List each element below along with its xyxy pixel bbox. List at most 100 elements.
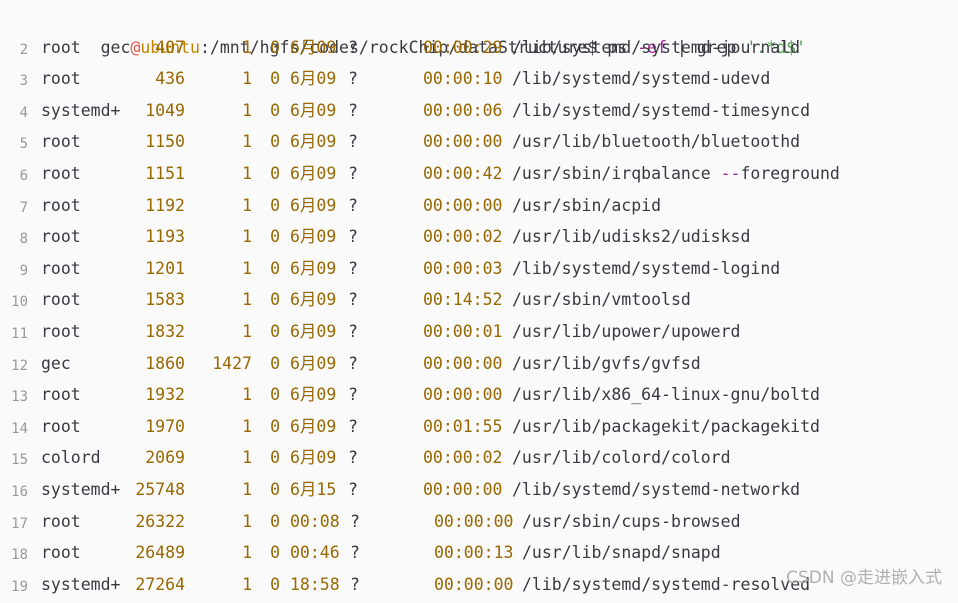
process-ppid: 1 [200,379,252,411]
process-command: /usr/lib/colord/colord [512,442,731,474]
process-pid: 1201 [130,253,185,285]
process-ppid: 1 [200,253,252,285]
process-pid: 1860 [130,348,185,380]
line-number: 19 [0,572,28,603]
process-tty: ? [348,442,358,474]
process-cpu-time: 00:00:00 [423,190,502,222]
process-user: root [41,284,81,316]
process-start-time: 6月09 [290,32,336,64]
process-command: /usr/sbin/acpid [512,190,661,222]
process-pid: 1150 [130,126,185,158]
process-tty: ? [348,95,358,127]
process-cpu: 0 [260,158,280,190]
process-cpu-time: 00:00:29 [423,32,502,64]
process-pid: 2069 [130,442,185,474]
process-user: colord [41,442,101,474]
process-cpu: 0 [260,474,280,506]
process-user: root [41,158,81,190]
process-start-time: 6月09 [290,284,336,316]
line-number: 18 [0,540,28,572]
line-number: 4 [0,98,28,130]
process-user: root [41,190,81,222]
line-number: 14 [0,414,28,446]
process-cpu-time: 00:00:00 [434,506,513,538]
process-user: systemd+ [41,95,120,127]
process-user: root [41,537,81,569]
process-row: 3root436106月09?00:00:10/lib/systemd/syst… [0,63,958,95]
process-command: /lib/systemd/systemd-logind [512,253,780,285]
process-ppid: 1 [200,284,252,316]
process-start-time: 6月09 [290,158,336,190]
line-number: 9 [0,256,28,288]
process-row: 16systemd+25748106月15?00:00:00/lib/syste… [0,474,958,506]
process-row: 14root1970106月09?00:01:55/usr/lib/packag… [0,411,958,443]
process-command: /lib/systemd/systemd-networkd [512,474,800,506]
process-start-time: 00:08 [290,506,340,538]
process-cpu: 0 [260,253,280,285]
line-number: 6 [0,161,28,193]
process-cpu: 0 [260,284,280,316]
process-command: /usr/lib/x86_64-linux-gnu/boltd [512,379,820,411]
process-cpu-time: 00:01:55 [423,411,502,443]
process-tty: ? [348,221,358,253]
line-number: 5 [0,129,28,161]
process-row: 2root407106月09?00:00:29/lib/systemd/syst… [0,32,958,64]
process-command: /lib/systemd/systemd-journald [512,32,800,64]
process-tty: ? [350,537,360,569]
process-ppid: 1 [200,190,252,222]
process-user: root [41,221,81,253]
process-command: /lib/systemd/systemd-udevd [512,63,770,95]
process-cpu-time: 00:00:10 [423,63,502,95]
process-user: root [41,63,81,95]
process-tty: ? [348,411,358,443]
process-row: 6root1151106月09?00:00:42/usr/sbin/irqbal… [0,158,958,190]
command-line: gec@ubuntu:/mnt/hgfs/codes/rockChip/data… [0,0,958,32]
process-cpu-time: 00:14:52 [423,284,502,316]
process-row: 7root1192106月09?00:00:00/usr/sbin/acpid [0,190,958,222]
process-cpu-time: 00:00:00 [423,348,502,380]
process-ppid: 1 [200,32,252,64]
process-cpu: 0 [260,411,280,443]
process-cpu-time: 00:00:13 [434,537,513,569]
process-tty: ? [348,379,358,411]
process-cpu: 0 [260,537,280,569]
process-row: 10root1583106月09?00:14:52/usr/sbin/vmtoo… [0,284,958,316]
process-pid: 1192 [130,190,185,222]
process-start-time: 6月15 [290,474,336,506]
process-cpu: 0 [260,379,280,411]
process-user: root [41,506,81,538]
process-start-time: 6月09 [290,126,336,158]
process-ppid: 1 [200,506,252,538]
process-ppid: 1 [200,63,252,95]
process-cpu-time: 00:00:00 [423,379,502,411]
process-ppid: 1 [200,221,252,253]
process-pid: 1832 [130,316,185,348]
process-tty: ? [348,190,358,222]
process-command: /usr/lib/gvfs/gvfsd [512,348,701,380]
process-start-time: 6月09 [290,316,336,348]
process-start-time: 6月09 [290,348,336,380]
process-ppid: 1 [200,95,252,127]
process-cpu-time: 00:00:02 [423,442,502,474]
process-cpu: 0 [260,348,280,380]
process-command: /usr/lib/udisks2/udisksd [512,221,750,253]
process-cpu-time: 00:00:42 [423,158,502,190]
process-start-time: 6月09 [290,411,336,443]
process-ppid: 1 [200,537,252,569]
process-cpu: 0 [260,442,280,474]
process-user: root [41,253,81,285]
process-row: 4systemd+1049106月09?00:00:06/lib/systemd… [0,95,958,127]
process-cpu-time: 00:00:06 [423,95,502,127]
line-number: 16 [0,477,28,509]
process-row: 9root1201106月09?00:00:03/lib/systemd/sys… [0,253,958,285]
process-command: /usr/sbin/cups-browsed [522,506,741,538]
process-pid: 436 [130,63,185,95]
process-pid: 1970 [130,411,185,443]
process-cpu-time: 00:00:00 [423,474,502,506]
process-command: /lib/systemd/systemd-timesyncd [512,95,810,127]
process-pid: 1583 [130,284,185,316]
process-row: 5root1150106月09?00:00:00/usr/lib/bluetoo… [0,126,958,158]
process-start-time: 6月09 [290,63,336,95]
process-start-time: 6月09 [290,221,336,253]
process-row: 13root1932106月09?00:00:00/usr/lib/x86_64… [0,379,958,411]
